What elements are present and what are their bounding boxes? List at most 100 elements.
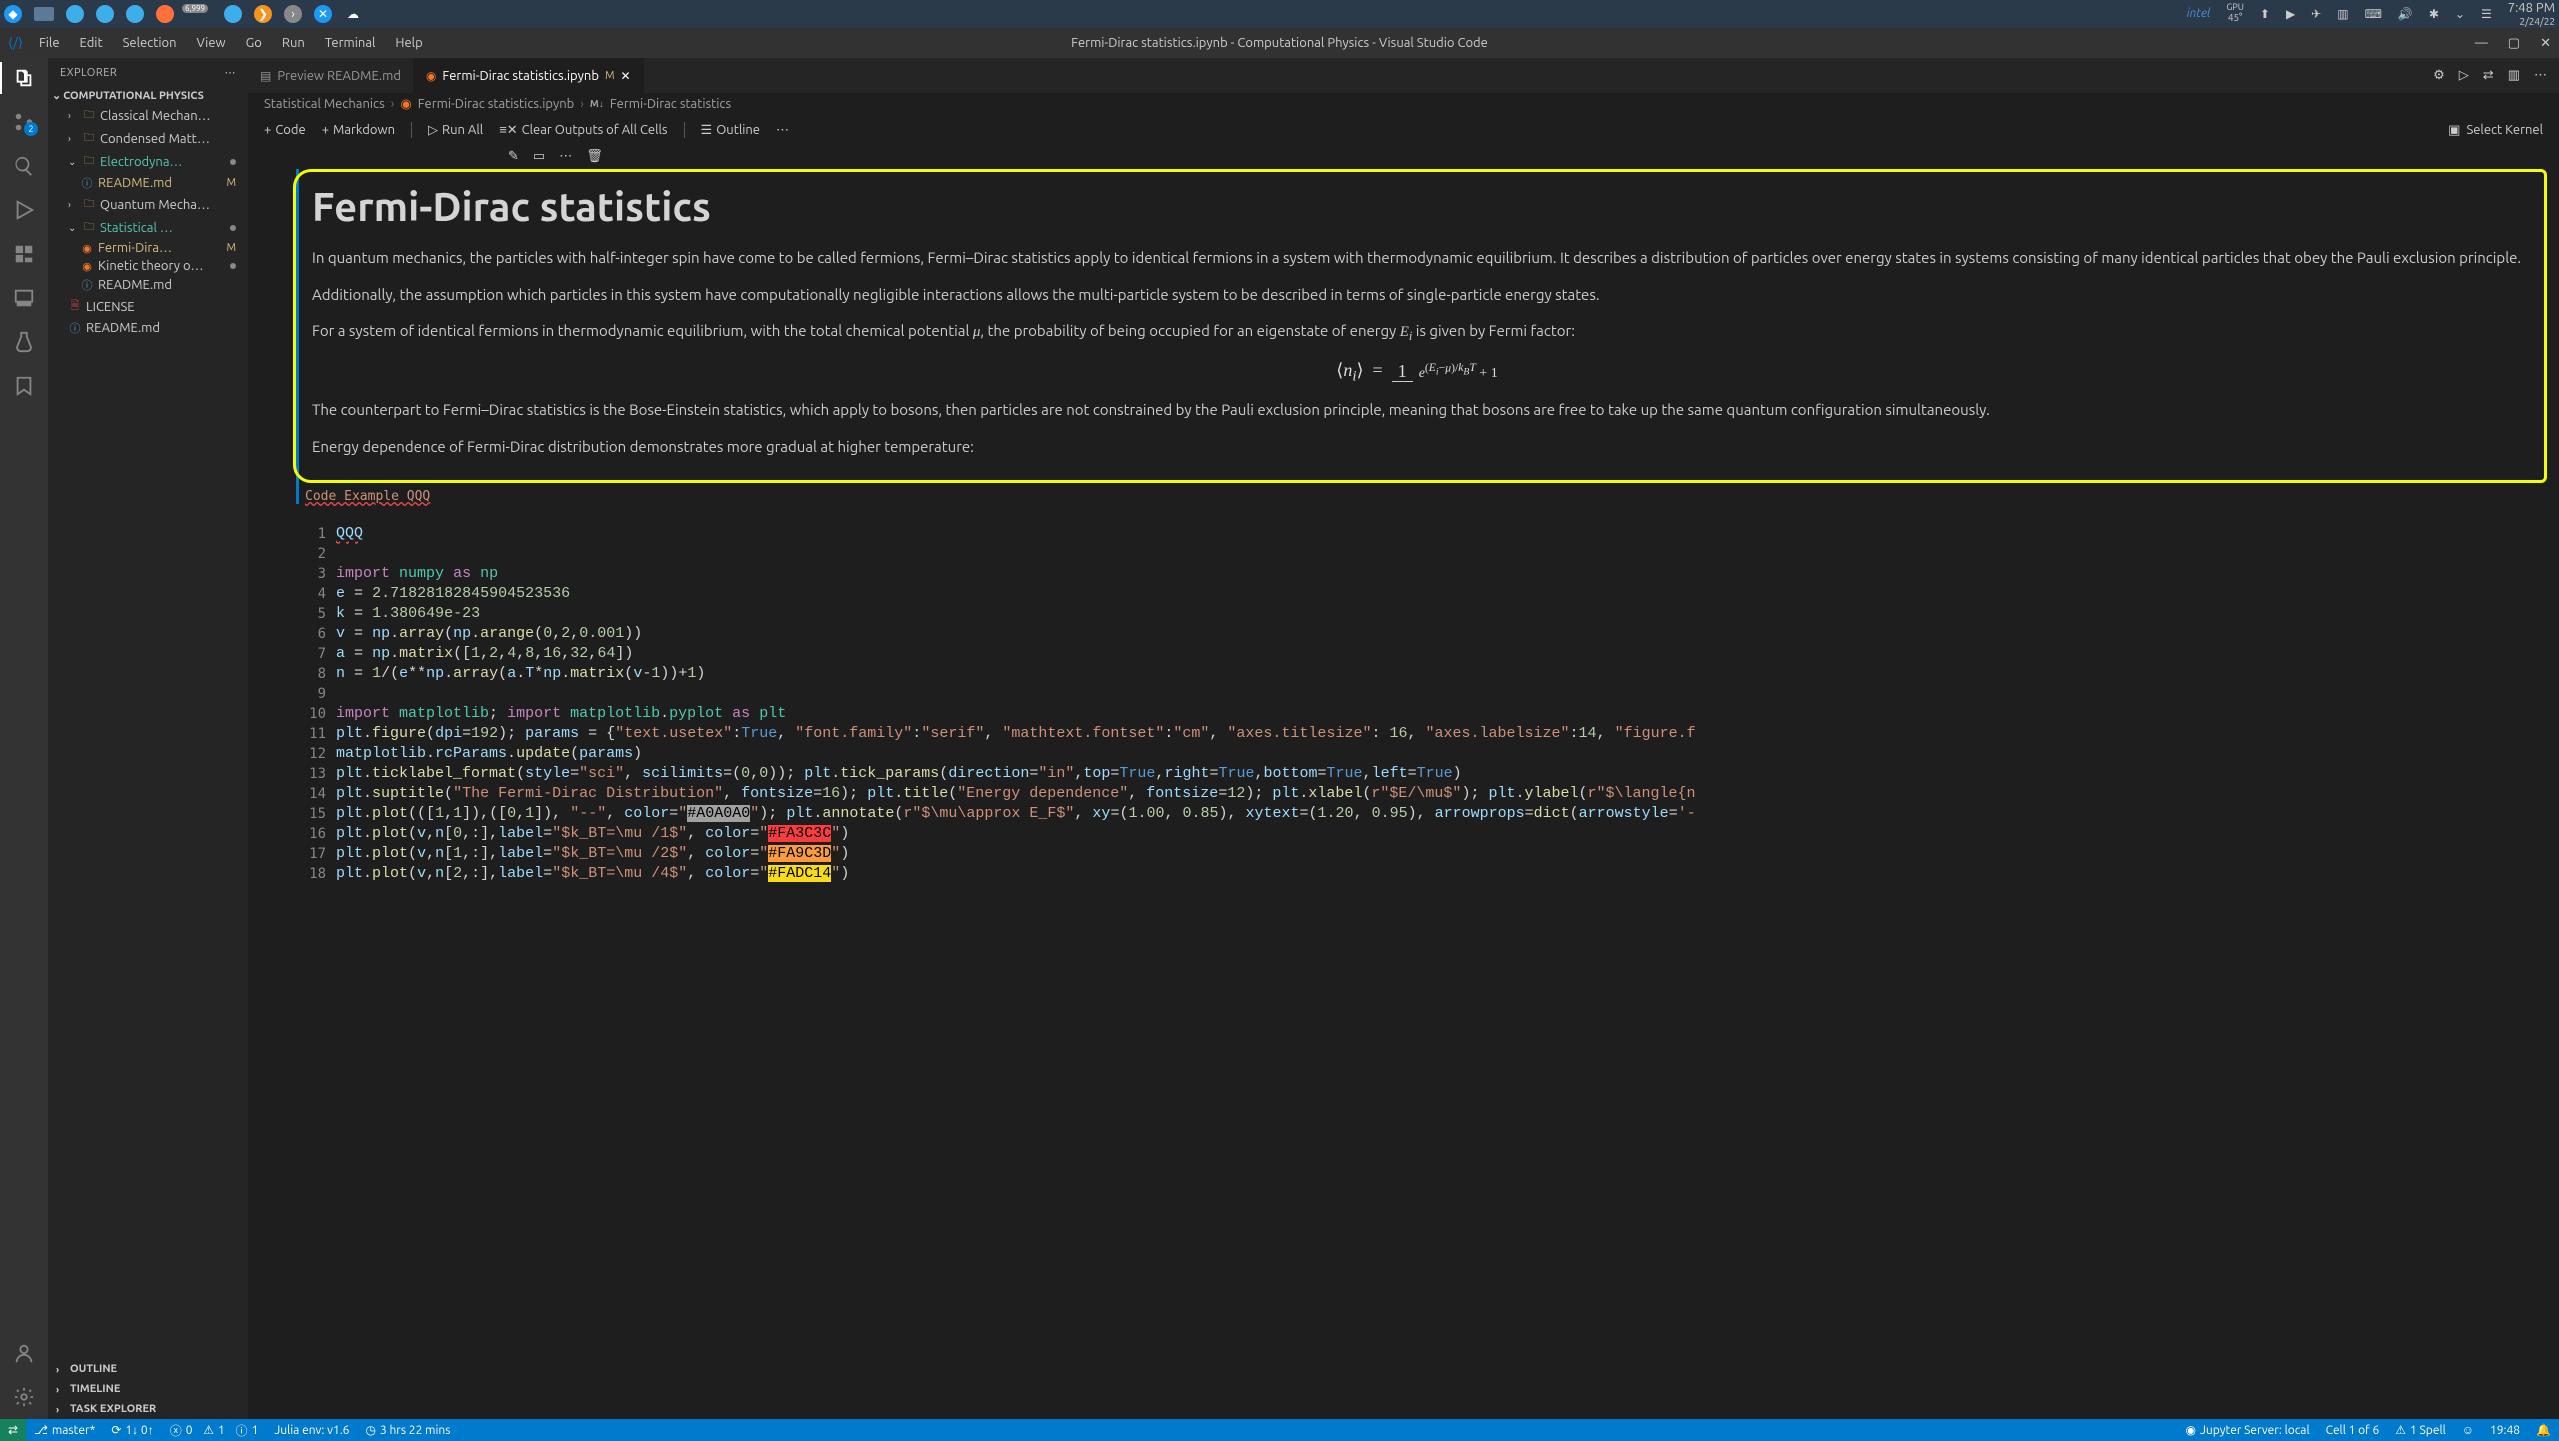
accounts-icon[interactable] [12, 1341, 36, 1365]
file-readme-stat[interactable]: ⓘREADME.md [48, 275, 248, 295]
spell-check[interactable]: ⚠1 Spell [2387, 1423, 2454, 1437]
code-editor[interactable]: QQQ import numpy as np e = 2.71828182845… [336, 524, 1696, 884]
cell-position[interactable]: Cell 1 of 6 [2318, 1423, 2388, 1437]
weather-icon[interactable]: ☁ [344, 5, 362, 23]
menu-bar: File Edit Selection View Go Run Terminal… [31, 32, 431, 54]
bluetooth-icon[interactable]: ✱ [2429, 7, 2439, 21]
file-license[interactable]: 🗎LICENSE [48, 295, 248, 318]
explorer-icon[interactable] [12, 66, 36, 90]
file-readme-root[interactable]: ⓘREADME.md [48, 318, 248, 338]
kde-start-icon[interactable]: ◆ [4, 5, 22, 23]
task-window-thumb[interactable] [34, 7, 54, 21]
code-cell[interactable]: 123456789101112131415161718 QQQ import n… [296, 524, 2547, 884]
menu-icon[interactable]: ☰ [2481, 7, 2492, 21]
menu-terminal[interactable]: Terminal [317, 32, 384, 54]
wakatime[interactable]: ◷3 hrs 22 mins [357, 1423, 458, 1437]
keyboard-icon[interactable]: ⌨ [2365, 7, 2382, 21]
remote-indicator[interactable]: ⇄ [0, 1419, 26, 1441]
minimize-button[interactable]: — [2475, 36, 2488, 51]
more-actions-icon[interactable]: ⋯ [2534, 68, 2547, 83]
tab-close-icon[interactable]: ✕ [621, 69, 631, 83]
media-play-icon[interactable]: ▶ [2286, 7, 2295, 21]
git-sync[interactable]: ⟳1↓ 0↑ [103, 1423, 161, 1437]
settings-gear-icon[interactable] [12, 1385, 36, 1409]
folder-statistical[interactable]: ⌄🗀Statistical … [48, 216, 248, 239]
run-debug-icon[interactable] [12, 198, 36, 222]
telegram-icon[interactable] [126, 5, 144, 23]
menu-selection[interactable]: Selection [115, 32, 185, 54]
clock[interactable]: 7:48 PM 2/24/22 [2508, 1, 2555, 26]
outline-button[interactable]: ☰Outline [701, 123, 760, 138]
menu-file[interactable]: File [31, 32, 68, 54]
remote-explorer-icon[interactable] [12, 286, 36, 310]
diff-icon[interactable]: ⇄ [2483, 68, 2494, 83]
menu-edit[interactable]: Edit [72, 32, 111, 54]
clock-icon: ◷ [365, 1423, 375, 1437]
split-editor-icon[interactable]: ▥ [2508, 68, 2520, 83]
plus-icon: + [264, 123, 271, 137]
folder-electrodynamics[interactable]: ⌄🗀Electrodyna… [48, 150, 248, 173]
scm-icon[interactable]: 2 [12, 110, 36, 134]
menu-run[interactable]: Run [274, 32, 313, 54]
menu-go[interactable]: Go [238, 32, 270, 54]
notifications-icon[interactable]: 🔔 [2528, 1423, 2559, 1437]
sidebar-more-icon[interactable]: ⋯ [225, 66, 237, 79]
feedback-icon[interactable]: ☺ [2454, 1423, 2482, 1437]
testing-icon[interactable] [12, 330, 36, 354]
julia-env[interactable]: Julia env: v1.6 [266, 1424, 357, 1437]
bookmarks-icon[interactable] [12, 374, 36, 398]
file-readme-electro[interactable]: ⓘREADME.mdM [48, 173, 248, 193]
chromium-icon[interactable] [66, 5, 84, 23]
file-kinetic-theory[interactable]: ◉Kinetic theory o… [48, 257, 248, 275]
split-cell-icon[interactable]: ▭ [533, 149, 545, 164]
add-markdown-button[interactable]: +Markdown [322, 123, 395, 137]
menu-view[interactable]: View [189, 32, 234, 54]
task-explorer-section[interactable]: ›TASK EXPLORER [48, 1399, 248, 1419]
volume-icon[interactable]: 🔊 [2398, 7, 2413, 21]
delete-cell-icon[interactable]: 🗑 [586, 149, 603, 164]
breadcrumbs[interactable]: Statistical Mechanics › ◉ Fermi-Dirac st… [248, 93, 2559, 115]
folder-classical[interactable]: ›🗀Classical Mechan… [48, 104, 248, 127]
select-kernel-button[interactable]: Select Kernel [2466, 123, 2543, 137]
tab-fermi-dirac[interactable]: ◉ Fermi-Dirac statistics.ipynb M ✕ [414, 58, 644, 93]
firefox-icon[interactable] [156, 5, 174, 23]
run-all-button[interactable]: ▷Run All [428, 123, 483, 138]
app-icon-1[interactable] [224, 5, 242, 23]
notebook-body[interactable]: ✎ ▭ ⋯ 🗑 Fermi-Dirac statistics In quantu… [248, 145, 2559, 1419]
app-icon-2[interactable]: ✕ [314, 5, 332, 23]
clear-outputs-button[interactable]: ≡✕Clear Outputs of All Cells [499, 122, 667, 138]
toolbar-more-icon[interactable]: ⋯ [776, 123, 789, 138]
os-taskbar: ◆ 6,999 ❯ › ✕ ☁ intel GPU45° ⬆ ▶ ✈ ▥ ⌨ 🔊… [0, 0, 2559, 28]
run-icon[interactable]: ▷ [2459, 68, 2469, 83]
git-branch[interactable]: ⎇master* [26, 1423, 103, 1437]
update-icon[interactable]: ⬆ [2260, 7, 2270, 21]
menu-help[interactable]: Help [387, 32, 430, 54]
folder-quantum[interactable]: ›🗀Quantum Mecha… [48, 193, 248, 216]
chevron-down-icon[interactable]: ⌄ [2455, 7, 2465, 21]
telegram-tray-icon[interactable]: ✈ [2311, 7, 2321, 21]
cell-more-icon[interactable]: ⋯ [559, 149, 572, 164]
status-clock[interactable]: 19:48 [2482, 1423, 2528, 1437]
thunderbird-icon[interactable] [96, 5, 114, 23]
sidebar-section-header[interactable]: ⌄COMPUTATIONAL PHYSICS [48, 87, 248, 104]
terminal-icon[interactable]: › [284, 5, 302, 23]
problems[interactable]: ⓧ0 ⚠1 ⓘ1 [162, 1422, 267, 1439]
add-code-button[interactable]: +Code [264, 123, 306, 137]
folder-condensed[interactable]: ›🗀Condensed Matt… [48, 127, 248, 150]
gear-icon[interactable]: ⚙ [2433, 68, 2445, 83]
maximize-button[interactable]: ▢ [2508, 36, 2520, 51]
markdown-cell[interactable]: Fermi-Dirac statistics In quantum mechan… [296, 169, 2547, 504]
edit-cell-icon[interactable]: ✎ [508, 149, 519, 164]
jupyter-server[interactable]: ◉Jupyter Server: local [2177, 1423, 2317, 1437]
file-fermi-dirac[interactable]: ◉Fermi-Dira…M [48, 239, 248, 257]
outline-section[interactable]: ›OUTLINE [48, 1359, 248, 1379]
tab-preview-readme[interactable]: ▤ Preview README.md [248, 58, 414, 93]
rss-icon[interactable]: ❯ [254, 5, 272, 23]
clipboard-icon[interactable]: ▥ [2337, 7, 2348, 21]
timeline-section[interactable]: ›TIMELINE [48, 1379, 248, 1399]
clear-icon: ≡✕ [499, 122, 517, 138]
close-button[interactable]: ✕ [2540, 36, 2551, 51]
extensions-icon[interactable] [12, 242, 36, 266]
markdown-paragraph: The counterpart to Fermi–Dirac statistic… [312, 399, 2528, 422]
search-icon[interactable] [12, 154, 36, 178]
